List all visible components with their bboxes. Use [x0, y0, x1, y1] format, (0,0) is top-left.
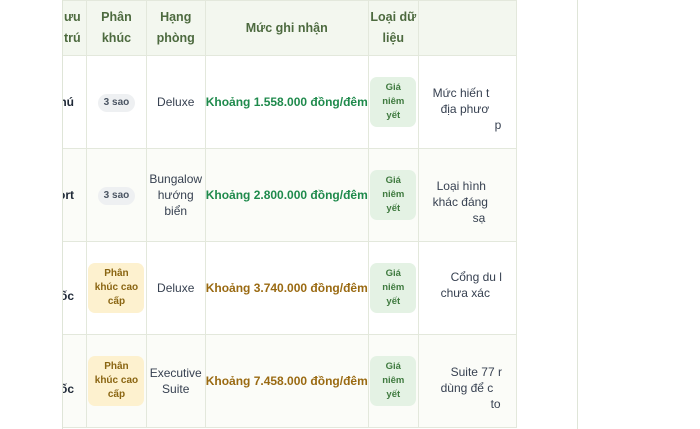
table-row: anhú Quốc Phânkhúc caocấp ExecutiveSuite…	[63, 334, 518, 428]
price-cell: Khoảng 3.740.000 đồng/đêm	[204, 241, 369, 335]
source-badge: Giá niêm yết	[370, 77, 417, 127]
note-cell: Cổng du l chưa xác	[417, 241, 518, 335]
segment-cell: Phân khúc cao cấp	[86, 241, 147, 335]
room-class-cell: Executive Suite	[145, 334, 206, 428]
header-price: Mức ghi nhận	[204, 0, 369, 56]
accommodation-name-cell: anhú Quốc	[63, 241, 87, 335]
segment-badge: Phân khúc cao cấp	[88, 263, 145, 313]
segment-cell: 3 sao	[86, 148, 147, 242]
note-cell: Suite 77 r dùng để c to	[417, 334, 518, 428]
table-scroll-viewport[interactable]: ưu trú Phân khúc Hạng phòng Mức ghi nhận…	[62, 0, 578, 429]
segment-cell: Phân khúc cao cấp	[86, 334, 147, 428]
room-class-cell: Deluxe	[145, 55, 206, 149]
table-row: anhú Quốc Phânkhúc caocấp Deluxe Khoảng …	[63, 241, 518, 335]
note-cell: Loại hình khác đáng sạ	[417, 148, 518, 242]
room-class-cell: Bungalow hướng biển	[145, 148, 206, 242]
source-badge: Giá niêm yết	[370, 356, 417, 406]
data-type-cell: Giá niêm yết	[367, 241, 419, 335]
accommodation-name-cell: e Phú	[63, 55, 87, 149]
header-data-type: Loại dữ liệu	[367, 0, 419, 56]
data-type-cell: Giá niêm yết	[367, 55, 419, 149]
accommodation-name-cell: e Resort	[63, 148, 87, 242]
table-row: e Phú 3 sao Deluxe Khoảng 1.558.000 đồng…	[63, 55, 518, 149]
data-type-cell: Giá niêm yết	[367, 148, 419, 242]
hotel-price-table: ưu trú Phân khúc Hạng phòng Mức ghi nhận…	[63, 0, 518, 428]
segment-badge: 3 sao	[97, 93, 136, 112]
header-room-class: Hạng phòng	[145, 0, 206, 56]
room-class-cell: Deluxe	[145, 241, 206, 335]
note-cell: Mức hiến t địa phươ p	[417, 55, 518, 149]
header-note	[417, 0, 518, 56]
table-header-row: ưu trú Phân khúc Hạng phòng Mức ghi nhận…	[63, 0, 518, 56]
accommodation-name-cell: anhú Quốc	[63, 334, 87, 428]
source-badge: Giá niêm yết	[370, 170, 417, 220]
data-type-cell: Giá niêm yết	[367, 334, 419, 428]
segment-badge: Phân khúc cao cấp	[88, 356, 145, 406]
price-cell: Khoảng 7.458.000 đồng/đêm	[204, 334, 369, 428]
header-segment: Phân khúc	[86, 0, 147, 56]
price-cell: Khoảng 1.558.000 đồng/đêm	[204, 55, 369, 149]
segment-badge: 3 sao	[97, 186, 136, 205]
source-badge: Giá niêm yết	[370, 263, 417, 313]
segment-cell: 3 sao	[86, 55, 147, 149]
price-cell: Khoảng 2.800.000 đồng/đêm	[204, 148, 369, 242]
table-row: e Resort 3 sao Bungalowhướng biển Khoảng…	[63, 148, 518, 242]
header-accommodation: ưu trú	[63, 0, 87, 56]
